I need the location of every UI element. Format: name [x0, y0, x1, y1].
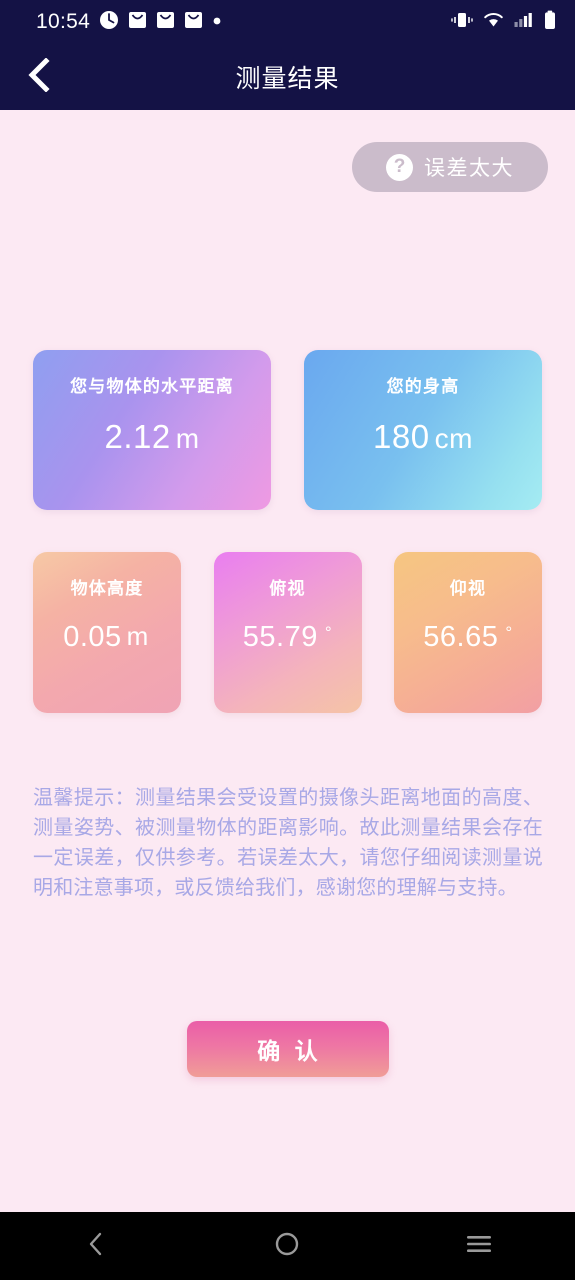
app-screen: 10:54 测量结果 ? 误差太大 您与物体的水平距离 2.12 m 您的身高 … — [0, 0, 575, 1280]
mail-icon — [128, 10, 147, 35]
back-button[interactable] — [14, 52, 64, 102]
clock-icon — [99, 10, 119, 35]
nav-back-button[interactable] — [51, 1212, 141, 1280]
result-card-value: 55.79 ° — [243, 621, 332, 654]
result-card-label: 您与物体的水平距离 — [70, 377, 234, 396]
result-value-unit: m — [126, 621, 149, 651]
result-value-unit: cm — [434, 423, 473, 454]
result-card-label: 仰视 — [449, 579, 487, 598]
nav-recents-button[interactable] — [434, 1212, 524, 1280]
result-value-unit: m — [175, 423, 200, 454]
status-bar: 10:54 — [0, 0, 575, 44]
result-value-number: 0.05 — [63, 621, 122, 653]
signal-icon — [514, 11, 533, 33]
result-card-value: 180 cm — [373, 418, 473, 456]
result-card-value: 56.65 ° — [423, 621, 512, 654]
error-too-large-button[interactable]: ? 误差太大 — [352, 142, 548, 192]
title-bar: 测量结果 — [0, 44, 575, 110]
result-value-number: 55.79 — [242, 621, 318, 653]
result-value-number: 2.12 — [104, 418, 171, 455]
confirm-button-label: 确 认 — [257, 1038, 322, 1064]
degree-symbol: ° — [324, 623, 333, 642]
result-card-label: 您的身高 — [386, 377, 460, 396]
mail-icon — [184, 10, 203, 35]
error-too-large-label: 误差太大 — [424, 157, 514, 180]
battery-icon — [543, 10, 557, 35]
result-card-label: 物体高度 — [70, 579, 144, 598]
confirm-button[interactable]: 确 认 — [186, 1021, 389, 1077]
status-time: 10:54 — [36, 10, 91, 33]
result-card-horizontal-distance[interactable]: 您与物体的水平距离 2.12 m — [33, 350, 271, 510]
secondary-results-row: 物体高度 0.05 m 俯视 55.79 ° 仰视 56.65 ° — [33, 552, 542, 713]
chevron-left-icon — [26, 56, 52, 97]
result-card-depression-angle[interactable]: 俯视 55.79 ° — [213, 552, 362, 713]
status-bar-left: 10:54 — [36, 10, 222, 35]
primary-results-row: 您与物体的水平距离 2.12 m 您的身高 180 cm — [33, 350, 542, 510]
question-mark-icon: ? — [386, 153, 413, 181]
result-value-number: 180 — [373, 418, 430, 455]
result-card-value: 2.12 m — [104, 418, 199, 456]
mail-icon — [156, 10, 175, 35]
wifi-icon — [483, 11, 504, 33]
result-card-elevation-angle[interactable]: 仰视 56.65 ° — [394, 552, 542, 713]
nav-recents-icon — [465, 1233, 493, 1260]
nav-back-icon — [85, 1231, 107, 1262]
result-card-label: 俯视 — [269, 579, 306, 598]
nav-home-button[interactable] — [242, 1212, 332, 1280]
result-card-object-height[interactable]: 物体高度 0.05 m — [33, 552, 181, 713]
status-bar-right — [451, 10, 557, 35]
vibrate-icon — [451, 11, 473, 34]
nav-home-icon — [274, 1231, 300, 1262]
degree-symbol: ° — [505, 623, 513, 642]
dot-icon — [212, 13, 222, 31]
tips-text: 温馨提示：测量结果会受设置的摄像头距离地面的高度、测量姿势、被测量物体的距离影响… — [33, 787, 543, 899]
result-card-value: 0.05 m — [63, 621, 151, 654]
android-nav-bar — [0, 1212, 575, 1280]
result-card-user-height[interactable]: 您的身高 180 cm — [304, 350, 542, 510]
result-value-number: 56.65 — [423, 621, 499, 653]
page-title: 测量结果 — [235, 65, 340, 93]
